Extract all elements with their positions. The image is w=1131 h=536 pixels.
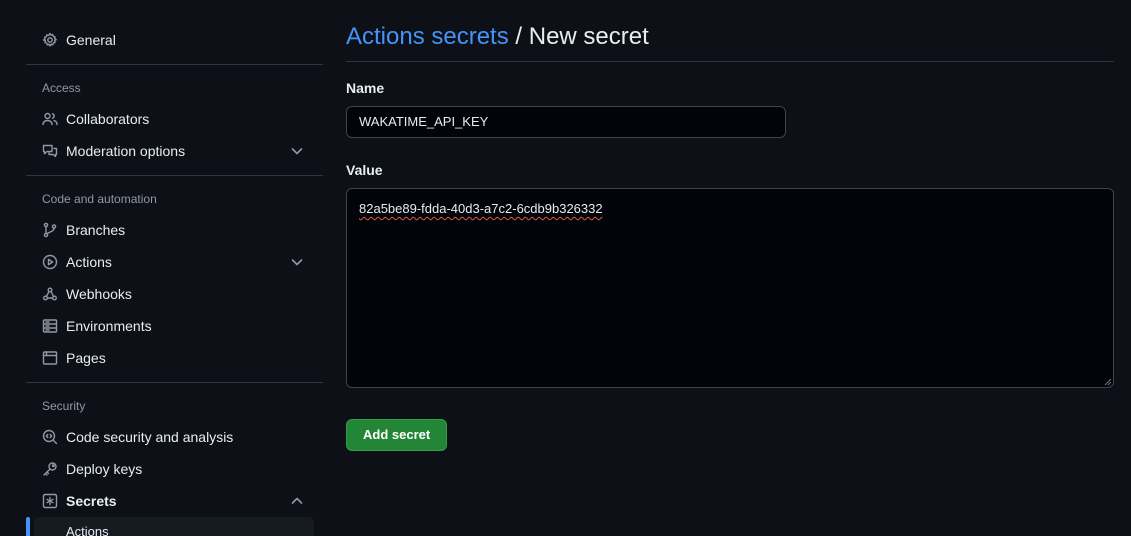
asterisk-icon (42, 493, 58, 509)
sidebar-item-collaborators[interactable]: Collaborators (26, 103, 323, 135)
main-content: Actions secrets / New secret Name WAKATI… (346, 0, 1114, 451)
sidebar-item-pages[interactable]: Pages (26, 342, 323, 374)
sidebar-item-label: Secrets (66, 493, 117, 509)
settings-sidebar: General Access Collaborators Moderation … (26, 24, 323, 536)
sidebar-divider (26, 382, 323, 383)
play-icon (42, 254, 58, 270)
sidebar-item-branches[interactable]: Branches (26, 214, 323, 246)
chevron-down-icon[interactable] (289, 143, 305, 159)
sidebar-item-label: Moderation options (66, 143, 186, 159)
breadcrumb-current: New secret (528, 23, 649, 50)
secret-value-text: 82a5be89-fdda-40d3-a7c2-6cdb9b326332 (359, 201, 603, 216)
resize-handle-icon[interactable] (1104, 378, 1112, 386)
sidebar-item-label: Branches (66, 222, 126, 238)
sidebar-divider (26, 64, 323, 65)
active-indicator (26, 517, 30, 536)
sidebar-item-label: Webhooks (66, 286, 132, 302)
breadcrumb-separator: / (508, 23, 529, 50)
secret-value-textarea[interactable]: 82a5be89-fdda-40d3-a7c2-6cdb9b326332 (346, 188, 1114, 388)
server-icon (42, 318, 58, 334)
sidebar-subitem-label: Actions (66, 524, 109, 536)
sidebar-item-label: Environments (66, 318, 152, 334)
sidebar-item-general[interactable]: General (26, 24, 323, 56)
sidebar-item-secrets[interactable]: Secrets (26, 485, 323, 517)
git-branch-icon (42, 222, 58, 238)
sidebar-item-label: Pages (66, 350, 106, 366)
sidebar-subitem-secrets-actions[interactable]: Actions (26, 517, 314, 536)
webhook-icon (42, 286, 58, 302)
sidebar-item-label: Collaborators (66, 111, 150, 127)
page-title: Actions secrets / New secret (346, 22, 1114, 52)
secret-name-input[interactable]: WAKATIME_API_KEY (346, 106, 786, 138)
title-divider (346, 61, 1114, 62)
sidebar-item-actions[interactable]: Actions (26, 246, 323, 278)
sidebar-item-moderation-options[interactable]: Moderation options (26, 135, 323, 167)
sidebar-item-code-security[interactable]: Code security and analysis (26, 421, 323, 453)
comment-discussion-icon (42, 143, 58, 159)
chevron-down-icon[interactable] (289, 254, 305, 270)
sidebar-item-deploy-keys[interactable]: Deploy keys (26, 453, 323, 485)
section-heading-security: Security (42, 399, 86, 413)
sidebar-item-environments[interactable]: Environments (26, 310, 323, 342)
people-icon (42, 111, 58, 127)
sidebar-divider (26, 175, 323, 176)
value-label: Value (346, 162, 383, 178)
chevron-up-icon[interactable] (289, 493, 305, 509)
breadcrumb-actions-secrets-link[interactable]: Actions secrets (346, 23, 509, 50)
name-label: Name (346, 80, 385, 96)
page: General Access Collaborators Moderation … (0, 0, 1131, 536)
sidebar-item-label: Code security and analysis (66, 429, 234, 445)
sidebar-item-webhooks[interactable]: Webhooks (26, 278, 323, 310)
sidebar-item-label: General (66, 32, 116, 48)
browser-icon (42, 350, 58, 366)
section-heading-code-automation: Code and automation (42, 192, 157, 206)
section-heading-access: Access (42, 81, 81, 95)
add-secret-button[interactable]: Add secret (346, 419, 448, 451)
sidebar-item-label: Deploy keys (66, 461, 143, 477)
codescan-icon (42, 429, 58, 445)
key-icon (42, 461, 58, 477)
sidebar-item-label: Actions (66, 254, 112, 270)
gear-icon (42, 32, 58, 48)
